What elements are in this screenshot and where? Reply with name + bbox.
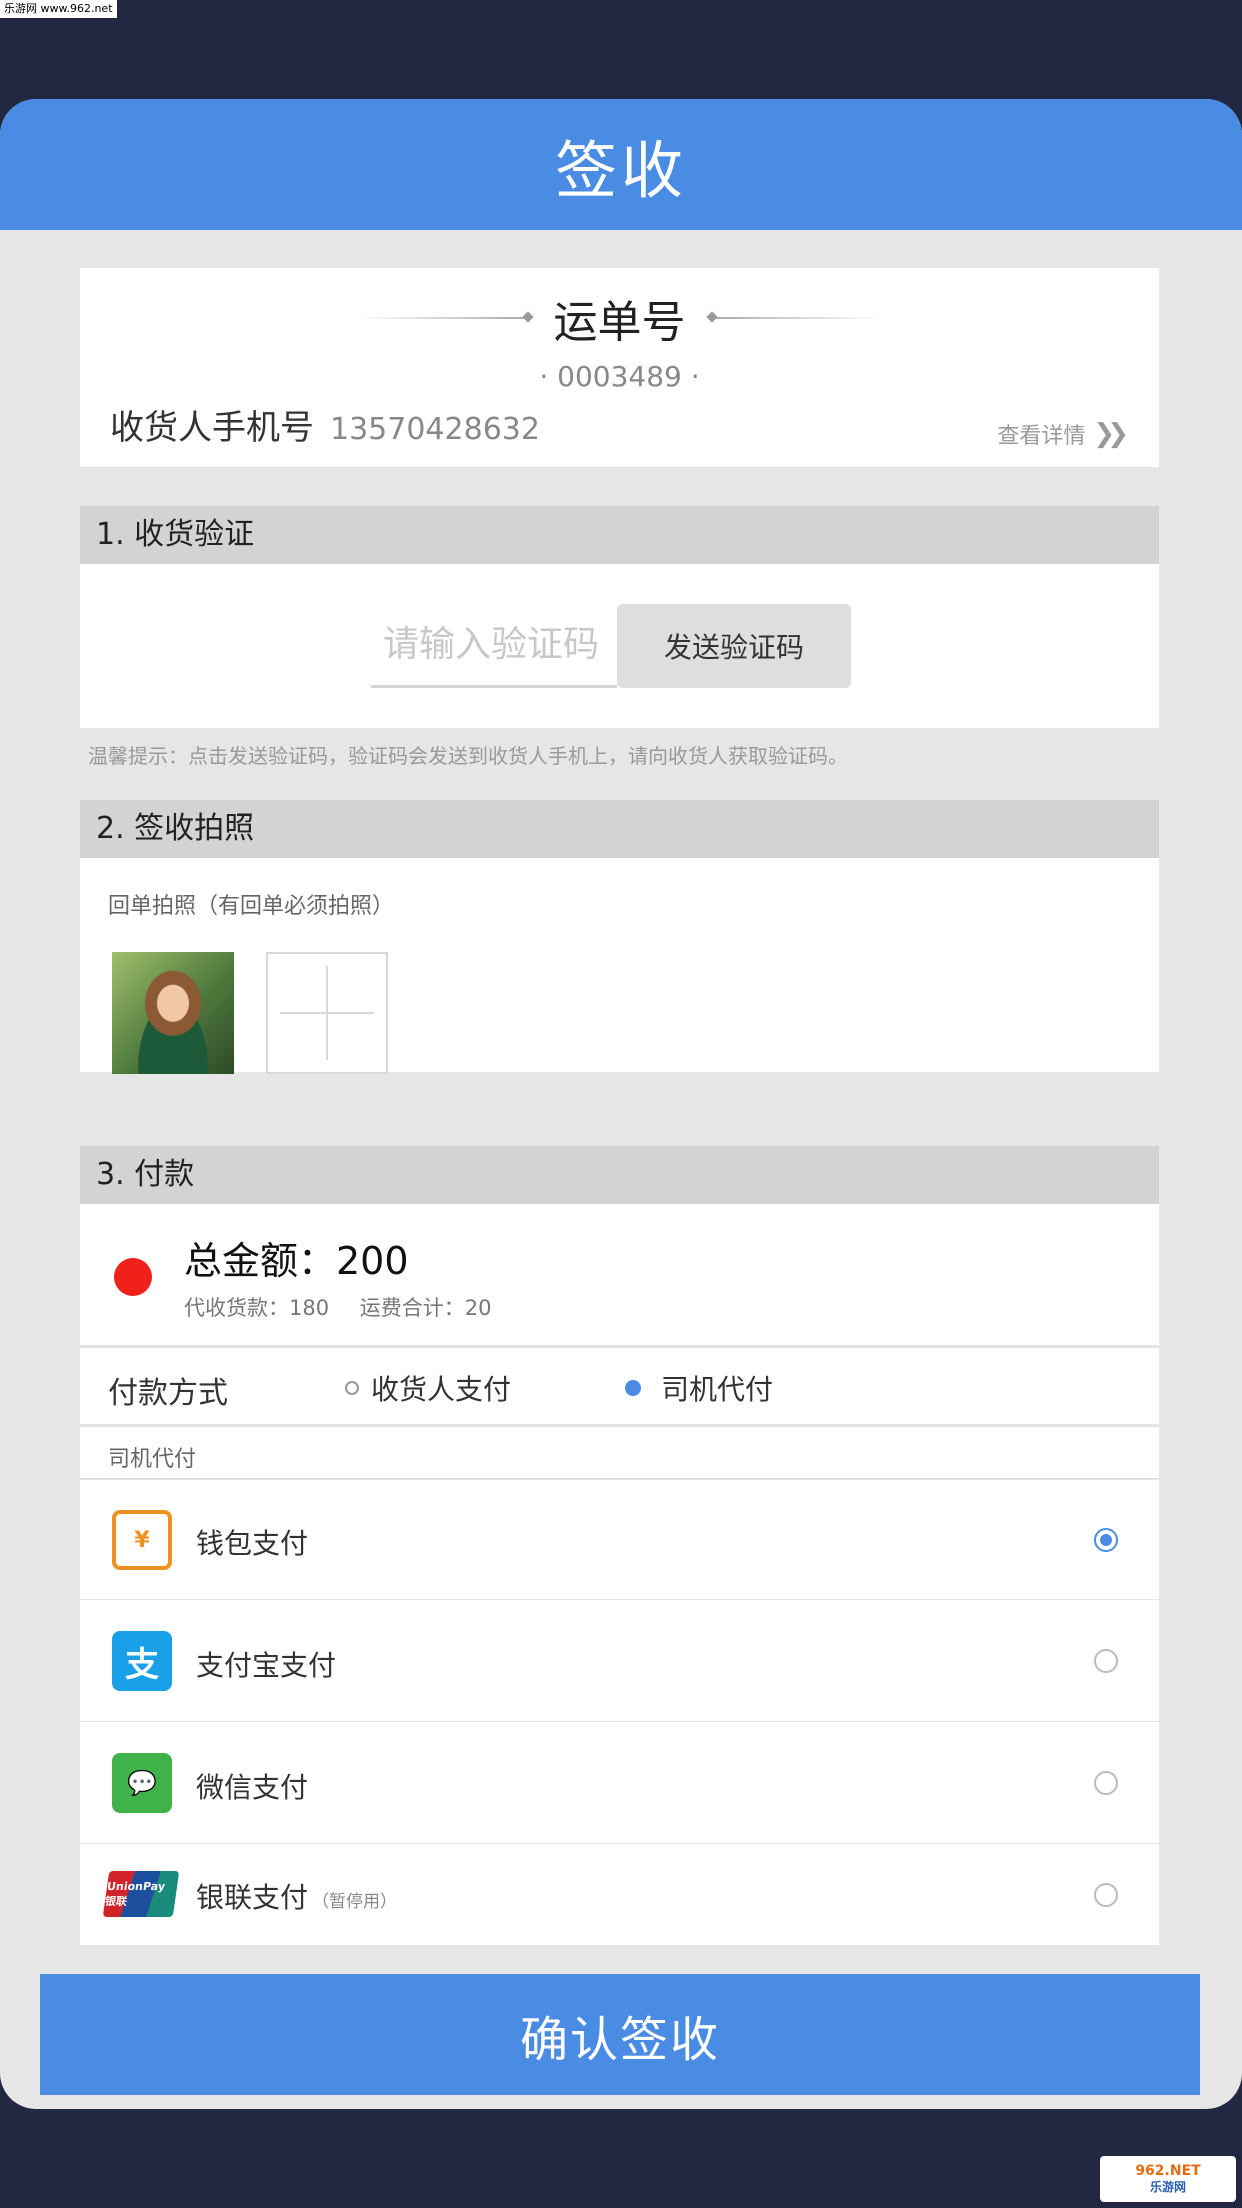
total-amount: 总金额：200 — [184, 1239, 409, 1283]
waybill-title: 运单号 — [553, 297, 686, 348]
photo-panel: 回单拍照（有回单必须拍照） — [80, 858, 1159, 1074]
unionpay-icon: UnionPay 银联 — [102, 1871, 180, 1917]
verification-panel: 发送验证码 — [80, 564, 1159, 728]
status-dot — [114, 1258, 152, 1296]
payment-mode-label: 付款方式 — [108, 1376, 228, 1411]
radio-unselected-icon[interactable] — [1094, 1883, 1118, 1907]
verification-code-input[interactable] — [371, 604, 617, 688]
option-consignee-pays-label: 收货人支付 — [371, 1373, 512, 1406]
waybill-card: 运单号 · 0003489 · 收货人手机号 13570428632 查看详情 … — [80, 268, 1159, 467]
payment-mode-row: 付款方式 收货人支付 司机代付 — [80, 1347, 1159, 1424]
watermark-top: 乐游网 www.962.net — [0, 0, 117, 18]
watermark-logo: 962.NET 乐游网 — [1100, 2156, 1236, 2202]
waybill-title-row: 运单号 — [80, 288, 1159, 348]
payment-method-wallet[interactable]: ¥ 钱包支付 — [80, 1480, 1159, 1600]
radio-selected-icon[interactable] — [1094, 1528, 1118, 1552]
receipt-photo-thumbnail[interactable] — [112, 952, 234, 1074]
consignee-phone-label: 收货人手机号 — [110, 408, 314, 448]
driver-pays-label: 司机代付 — [108, 1447, 197, 1472]
radio-unselected-icon[interactable] — [1094, 1771, 1118, 1795]
payment-method-unionpay[interactable]: UnionPay 银联 银联支付 （暂停用） — [80, 1844, 1159, 1945]
view-details-label: 查看详情 — [997, 424, 1086, 449]
disabled-note: （暂停用） — [312, 1892, 398, 1912]
radio-unselected-icon[interactable] — [1094, 1649, 1118, 1673]
payment-method-wechat[interactable]: 💬 微信支付 — [80, 1722, 1159, 1844]
photos-label: 回单拍照（有回单必须拍照） — [108, 894, 395, 919]
add-photo-button[interactable] — [266, 952, 388, 1074]
double-chevron-right-icon: ❯❯ — [1093, 419, 1128, 449]
waybill-number: · 0003489 · — [539, 360, 700, 393]
amount-breakdown: 代收货款：180 运费合计：20 — [184, 1292, 492, 1322]
watermark-sub: 乐游网 — [1149, 2180, 1186, 2194]
consignee-phone-row: 收货人手机号 13570428632 — [110, 400, 540, 449]
option-consignee-pays[interactable]: 收货人支付 — [345, 1368, 511, 1408]
consignee-phone-value: 13570428632 — [330, 412, 540, 447]
wallet-icon: ¥ — [112, 1510, 172, 1570]
alipay-icon: 支 — [112, 1631, 172, 1691]
radio-selected-icon — [625, 1380, 641, 1396]
payment-method-list: ¥ 钱包支付 支 支付宝支付 💬 微信支付 UnionPay 银联 银联支付 （暂… — [80, 1480, 1159, 1945]
section-receipt-verification-header: 1. 收货验证 — [80, 506, 1159, 564]
section-payment-header: 3. 付款 — [80, 1146, 1159, 1204]
payment-method-label: 微信支付 — [196, 1771, 309, 1804]
radio-unselected-icon — [345, 1381, 359, 1395]
payment-method-label: 支付宝支付 — [196, 1649, 337, 1682]
sign-receipt-screen: 签收 运单号 · 0003489 · 收货人手机号 13570428632 查看… — [0, 99, 1242, 2109]
watermark-main: 962.NET — [1135, 2163, 1201, 2179]
cod-amount: 代收货款：180 — [184, 1296, 330, 1320]
decor-line-left — [357, 317, 528, 319]
option-driver-pays[interactable]: 司机代付 — [625, 1368, 773, 1408]
verification-tip: 温馨提示：点击发送验证码，验证码会发送到收货人手机上，请向收货人获取验证码。 — [88, 744, 848, 768]
freight-amount: 运费合计：20 — [359, 1296, 492, 1320]
driver-pays-subheader: 司机代付 — [80, 1426, 1159, 1479]
option-driver-pays-label: 司机代付 — [661, 1373, 774, 1406]
payment-method-label: 钱包支付 — [196, 1527, 309, 1560]
section-photo-header: 2. 签收拍照 — [80, 800, 1159, 858]
view-details-link[interactable]: 查看详情 ❯❯ — [997, 418, 1128, 450]
page-title: 签收 — [0, 99, 1242, 230]
payment-method-label: 银联支付 （暂停用） — [196, 1881, 398, 1914]
payment-method-alipay[interactable]: 支 支付宝支付 — [80, 1600, 1159, 1722]
total-amount-panel: 总金额：200 代收货款：180 运费合计：20 — [80, 1204, 1159, 1345]
wechat-icon: 💬 — [112, 1753, 172, 1813]
send-code-button[interactable]: 发送验证码 — [617, 604, 851, 688]
confirm-sign-button[interactable]: 确认签收 — [40, 1974, 1200, 2095]
decor-line-right — [711, 317, 882, 319]
